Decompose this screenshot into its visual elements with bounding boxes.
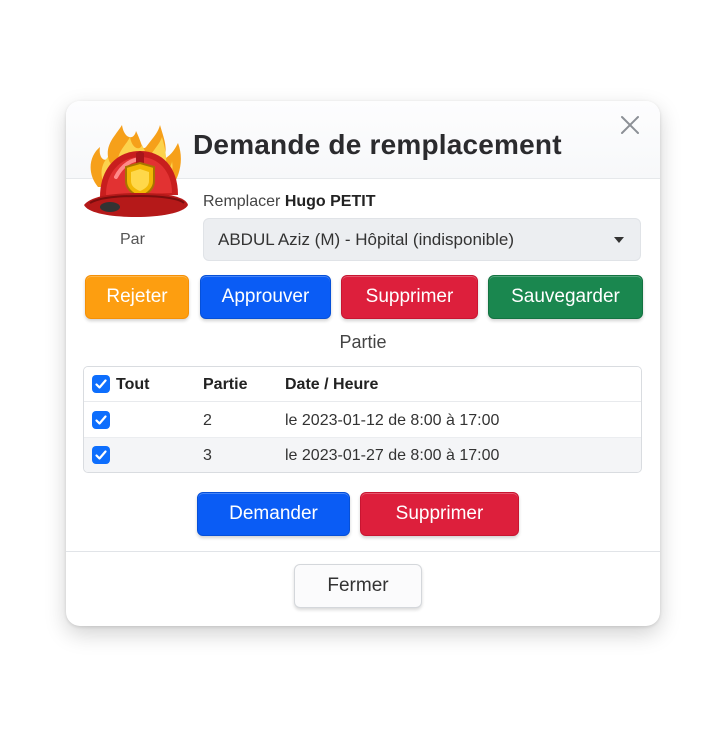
checkbox-checked-icon [95,450,107,460]
table-row: 3 le 2023-01-27 de 8:00 à 17:00 [84,438,641,472]
table-header: Tout Partie Date / Heure [84,367,641,402]
table-row: 2 le 2023-01-12 de 8:00 à 17:00 [84,403,641,438]
replacement-select-value: ABDUL Aziz (M) - Hôpital (indisponible) [218,230,515,249]
close-icon[interactable] [618,113,642,137]
reject-button[interactable]: Rejeter [85,275,189,319]
delete-parts-button[interactable]: Supprimer [360,492,519,536]
modal-title: Demande de remplacement [193,129,562,160]
replace-name: Hugo PETIT [284,193,376,210]
column-header-tout: Tout [116,376,150,393]
replace-target: Remplacer Hugo PETIT [203,193,375,211]
approve-button[interactable]: Approuver [200,275,331,319]
checkbox-checked-icon [95,379,107,389]
save-button[interactable]: Sauvegarder [488,275,643,319]
par-label: Par [120,231,145,248]
firefighter-helmet-logo [84,125,188,217]
close-button[interactable]: Fermer [294,564,422,608]
column-header-date: Date / Heure [285,376,379,393]
request-button[interactable]: Demander [197,492,350,536]
replacement-modal: Demande de remplacement Remplacer Hugo P… [66,101,660,626]
row-checkbox[interactable] [92,411,110,429]
checkbox-checked-icon [95,415,107,425]
row-date: le 2023-01-12 de 8:00 à 17:00 [285,412,500,429]
column-header-partie: Partie [203,376,248,393]
section-title: Partie [339,332,387,352]
row-partie: 2 [203,412,212,429]
select-all-checkbox[interactable] [92,375,110,393]
chevron-down-icon [614,237,624,243]
row-partie: 3 [203,447,212,464]
parts-table: Tout Partie Date / Heure 2 le 2023-01-12… [83,366,642,473]
row-checkbox[interactable] [92,446,110,464]
row-date: le 2023-01-27 de 8:00 à 17:00 [285,447,500,464]
replacement-select[interactable]: ABDUL Aziz (M) - Hôpital (indisponible) [203,218,641,261]
replace-prefix: Remplacer [203,193,281,210]
delete-button[interactable]: Supprimer [341,275,478,319]
